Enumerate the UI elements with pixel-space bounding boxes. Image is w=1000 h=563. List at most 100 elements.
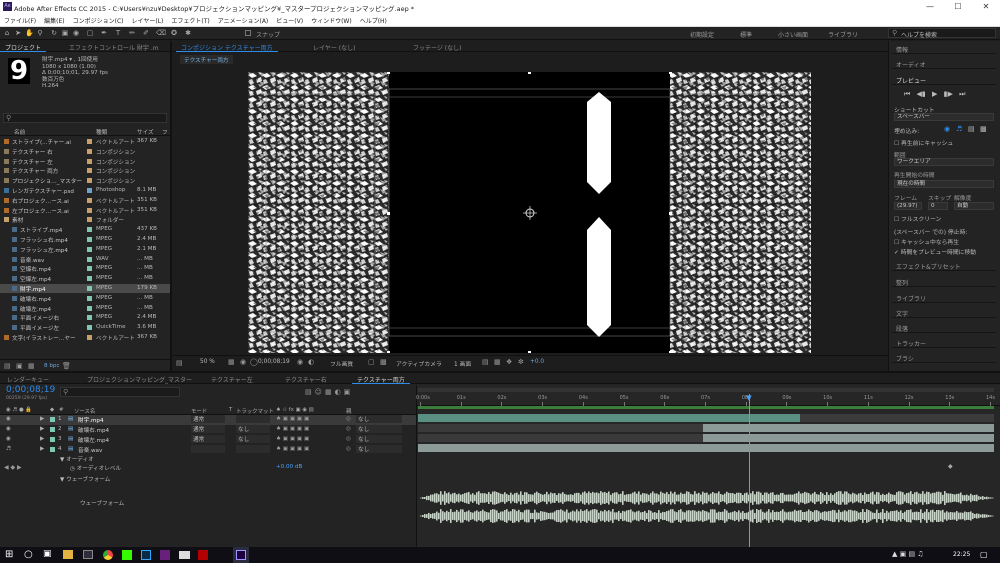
zoom-icon[interactable]: ⚲ [36, 29, 44, 37]
channel-icon[interactable]: ◐ [308, 358, 314, 366]
layer-parent-dropdown[interactable]: なし [356, 415, 402, 423]
comp-timecode[interactable]: 0;00;08;19 [258, 359, 290, 365]
workspace-default[interactable]: 初期設定 [690, 30, 714, 39]
info-panel-header[interactable]: 情報 [892, 43, 996, 54]
align-header[interactable]: 整列 [892, 276, 996, 287]
tab-texture-right[interactable]: テクスチャー右 [280, 374, 332, 384]
layer-trkmat-dropdown[interactable]: なし [236, 425, 270, 433]
puppet-icon[interactable]: ✱ [184, 29, 192, 37]
next-frame-icon[interactable]: ▮▶ [944, 90, 953, 98]
label-color-swatch[interactable] [87, 325, 92, 331]
comp-viewer[interactable] [248, 72, 811, 353]
brush-header[interactable]: ブラシ [892, 352, 996, 363]
label-color-swatch[interactable] [87, 197, 92, 203]
home-icon[interactable]: ⌂ [3, 29, 11, 37]
layer-parent-dropdown[interactable]: なし [356, 425, 402, 433]
pickwhip-icon[interactable]: ◎ [346, 416, 351, 422]
camera-dropdown[interactable]: アクティブカメラ [396, 359, 442, 368]
comp-breadcrumb[interactable]: テクスチャー両方 [180, 55, 233, 64]
label-color-swatch[interactable] [87, 256, 92, 262]
project-item[interactable]: レンガテクスチャー.psd Photoshop 8.1 MB [0, 186, 170, 195]
move-time-checkbox[interactable]: ✓ 時間をプレビュー時間に移動 [894, 247, 976, 256]
layer-row[interactable]: ◉ ▶ 1 ▤ 財宇.mp4 通常 ♠ ▣ ▣ ▣ ▣ ◎ なし [0, 415, 416, 425]
shortcut-dropdown[interactable]: スペースバー [894, 113, 994, 121]
label-color-swatch[interactable] [87, 276, 92, 282]
project-item[interactable]: プロジェクショ…_マスター コンポジション [0, 176, 170, 185]
project-item[interactable]: ストライプ.mp4 MPEG 437 KB [0, 225, 170, 234]
timeline-icon[interactable]: ▦ [494, 358, 501, 366]
project-item[interactable]: 音楽.wav WAV ... MB [0, 255, 170, 263]
views-dropdown[interactable]: 1 画面 [454, 359, 471, 368]
play-icon[interactable]: ▶ [932, 90, 937, 98]
tab-texture-left[interactable]: テクスチャー左 [206, 374, 258, 384]
layer-name[interactable]: 音楽.wav [78, 446, 102, 454]
layer-switches[interactable]: ♠ ▣ ▣ ▣ ▣ [276, 416, 309, 422]
project-item[interactable]: 破壊左.mp4 MPEG ... MB [0, 304, 170, 312]
camera-snapshot-icon[interactable]: ◉ [297, 358, 303, 366]
camera-icon[interactable]: ▣ [61, 29, 69, 37]
label-color-swatch[interactable] [87, 139, 92, 144]
column-t[interactable]: T [229, 407, 232, 413]
layer-row[interactable]: ♬ ▶ 4 ▤ 音楽.wav ♠ ▣ ▣ ▣ ▣ ◎ なし [0, 445, 416, 455]
layer-label-swatch[interactable] [50, 437, 55, 442]
premiere-icon[interactable] [198, 550, 208, 560]
project-item[interactable]: 平面イメージ左 QuickTime 3.6 MB [0, 323, 170, 332]
label-color-swatch[interactable] [87, 295, 92, 301]
resolution-dropdown[interactable]: 自動 [954, 202, 994, 210]
photoshop-icon[interactable] [141, 550, 151, 560]
roto-icon[interactable]: ✪ [170, 29, 178, 37]
brush-icon[interactable]: ✏ [128, 29, 136, 37]
layer-label-swatch[interactable] [50, 417, 55, 422]
notifications-icon[interactable]: ▢ [980, 550, 988, 559]
snapshot-icon[interactable]: ◯ [250, 358, 258, 366]
label-color-swatch[interactable] [87, 207, 92, 213]
menu-animation[interactable]: アニメーション(A) [214, 13, 273, 28]
cortana-icon[interactable]: ○ [24, 549, 33, 560]
include-overlays-icon[interactable]: ▤ [968, 125, 975, 133]
rectangle-icon[interactable]: ▢ [86, 29, 94, 37]
zoom-dropdown[interactable]: 50 % [200, 359, 215, 365]
project-item[interactable]: 空爆右.mp4 MPEG ... MB [0, 264, 170, 273]
first-frame-icon[interactable]: ⏮ [904, 90, 910, 98]
tab-footage[interactable]: フッテージ (なし) [408, 42, 466, 52]
expand-arrow-icon[interactable]: ▶ [40, 446, 44, 452]
workspace-libraries[interactable]: ライブラリ [828, 30, 858, 39]
expand-arrow-icon[interactable]: ▶ [40, 436, 44, 442]
hand-icon[interactable]: ✋ [25, 29, 34, 37]
expand-arrow-icon[interactable]: ▶ [40, 416, 44, 422]
layer-trkmat-dropdown[interactable]: なし [236, 435, 270, 443]
project-item[interactable]: 右プロジェク…ース.ai ベクトルアート 351 KB [0, 196, 170, 204]
label-color-swatch[interactable] [87, 335, 92, 340]
new-folder-icon[interactable]: ▣ [16, 362, 23, 370]
new-comp-icon[interactable]: ▦ [28, 362, 35, 370]
taskview-icon[interactable]: ▣ [43, 549, 52, 559]
mask-icon[interactable]: ◉ [240, 358, 246, 366]
start-dropdown[interactable]: 現在の時間 [894, 180, 994, 188]
roi-icon[interactable]: ▢ [368, 358, 375, 366]
visualstudio-icon[interactable] [160, 550, 170, 560]
cache-range-checkbox[interactable]: ☐ キャッシュ中なら再生 [894, 237, 959, 246]
project-item[interactable]: テクスチャー 右 コンポジション [0, 147, 170, 155]
tab-composition[interactable]: コンポジション テクスチャー両方 [176, 42, 278, 52]
project-item[interactable]: 文字(イラストレー…ヤー ベクトルアート 367 KB [0, 333, 170, 342]
clone-icon[interactable]: ✐ [142, 29, 150, 37]
label-color-swatch[interactable] [87, 227, 92, 233]
layer-parent-dropdown[interactable]: なし [356, 445, 402, 453]
graph-editor-icon[interactable]: ▣ [344, 388, 354, 396]
eraser-icon[interactable]: ⌫ [156, 29, 166, 37]
tracker-header[interactable]: トラッカー [892, 337, 996, 348]
visibility-icon[interactable]: ◉ [6, 416, 11, 422]
paragraph-header[interactable]: 段落 [892, 322, 996, 333]
grid-icon[interactable]: ▦ [228, 358, 235, 366]
column-name[interactable]: 名前 [14, 128, 25, 136]
layer-row[interactable]: ◉ ▶ 2 ▤ 破壊右.mp4 通常 なし ♠ ▣ ▣ ▣ ▣ ◎ なし [0, 425, 416, 435]
playhead[interactable] [749, 394, 751, 547]
pickwhip-icon[interactable]: ◎ [346, 426, 351, 432]
layer-parent-dropdown[interactable]: なし [356, 435, 402, 443]
menu-effect[interactable]: エフェクト(T) [167, 13, 213, 28]
project-item[interactable]: フラッシュ右.mp4 MPEG 2.4 MB [0, 235, 170, 244]
snap-checkbox[interactable] [245, 30, 251, 36]
project-item[interactable]: 空爆左.mp4 MPEG ... MB [0, 274, 170, 283]
label-color-swatch[interactable] [87, 217, 92, 223]
column-trkmat[interactable]: トラックマット [236, 407, 274, 415]
